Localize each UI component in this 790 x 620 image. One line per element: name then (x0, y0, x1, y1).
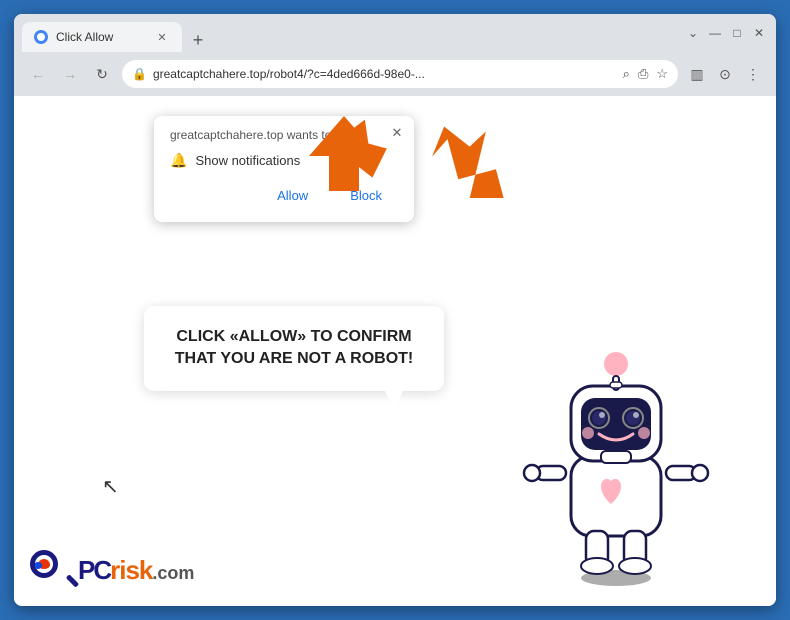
domain-text: .com (152, 564, 194, 582)
bell-icon: 🔔 (170, 152, 187, 169)
pointing-arrow-svg (304, 106, 404, 206)
tab-favicon (34, 30, 48, 44)
robot-svg (516, 326, 716, 586)
active-tab[interactable]: Click Allow ✕ (22, 22, 182, 52)
toolbar-icons: ▥ ⊙ ⋮ (686, 63, 764, 85)
url-bar[interactable]: 🔒 greatcaptchahere.top/robot4/?c=4ded666… (122, 60, 678, 88)
pcrisk-text: PC risk .com (78, 557, 194, 583)
tab-area: Click Allow ✕ + (22, 14, 670, 52)
tab-title: Click Allow (56, 30, 146, 44)
bug-icon (38, 559, 50, 569)
browser-window: Click Allow ✕ + ⌄ — □ ✕ ← → ↻ 🔒 greatcap… (14, 14, 776, 606)
share-url-icon[interactable]: ⎙ (638, 66, 648, 82)
notification-label: Show notifications (195, 153, 300, 168)
pcrisk-logo: PC risk .com (28, 548, 194, 592)
risk-text: risk (110, 557, 152, 583)
pc-text: PC (78, 557, 110, 583)
bug-detail (34, 562, 42, 569)
url-action-icons: ⌕ ⎙ ☆ (623, 66, 668, 82)
forward-button[interactable]: → (58, 62, 82, 86)
magnifier-icon (28, 548, 72, 592)
speech-bubble-text: CLICK «ALLOW» TO CONFIRM THAT YOU ARE NO… (175, 328, 414, 367)
close-button[interactable]: ✕ (750, 24, 768, 42)
robot-image (516, 326, 716, 586)
url-text: greatcaptchahere.top/robot4/?c=4ded666d-… (153, 67, 617, 81)
pointing-arrow-container (304, 106, 404, 211)
minimize-button[interactable]: — (706, 24, 724, 42)
page-content: ✕ greatcaptchahere.top wants to... 🔔 Sho… (14, 96, 776, 606)
address-bar: ← → ↻ 🔒 greatcaptchahere.top/robot4/?c=4… (14, 52, 776, 96)
title-bar: Click Allow ✕ + ⌄ — □ ✕ (14, 14, 776, 52)
directional-arrow (428, 108, 518, 198)
bookmark-icon[interactable]: ☆ (656, 66, 668, 82)
search-url-icon[interactable]: ⌕ (623, 66, 630, 82)
back-button[interactable]: ← (26, 62, 50, 86)
tab-close-button[interactable]: ✕ (154, 29, 170, 45)
maximize-button[interactable]: □ (728, 24, 746, 42)
magnifier-circle (30, 550, 58, 578)
window-controls: ⌄ — □ ✕ (684, 24, 768, 42)
profile-icon[interactable]: ⊙ (714, 63, 736, 85)
lock-icon: 🔒 (132, 67, 147, 81)
reload-button[interactable]: ↻ (90, 62, 114, 86)
sidebar-toggle-icon[interactable]: ▥ (686, 63, 708, 85)
menu-icon[interactable]: ⋮ (742, 63, 764, 85)
mouse-cursor: ↖ (102, 474, 119, 499)
speech-bubble: CLICK «ALLOW» TO CONFIRM THAT YOU ARE NO… (144, 306, 444, 391)
chevron-down-button[interactable]: ⌄ (684, 24, 702, 42)
new-tab-button[interactable]: + (186, 28, 210, 52)
